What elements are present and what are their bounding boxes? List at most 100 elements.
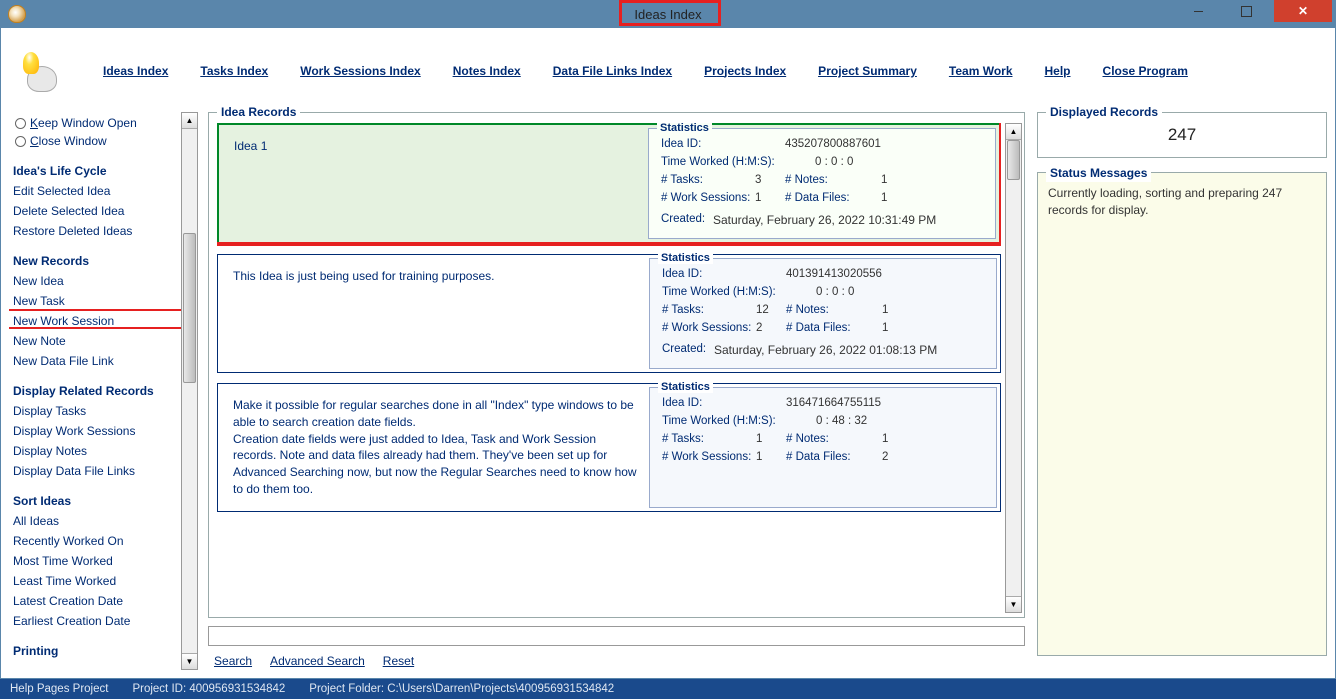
sidebar-display-data-file-links[interactable]: Display Data File Links (13, 464, 175, 478)
sidebar-new-idea[interactable]: New Idea (13, 274, 175, 288)
sidebar-edit-selected-idea[interactable]: Edit Selected Idea (13, 184, 175, 198)
sidebar-display-notes[interactable]: Display Notes (13, 444, 175, 458)
sidebar-new-data-file-link[interactable]: New Data File Link (13, 354, 175, 368)
sidebar-sort-all-ideas[interactable]: All Ideas (13, 514, 175, 528)
idea-record[interactable]: Make it possible for regular searches do… (217, 383, 1001, 512)
value-work-sessions: 1 (755, 192, 785, 204)
menu-team-work[interactable]: Team Work (949, 64, 1013, 78)
idea-title: Idea 1 (222, 128, 648, 239)
statusbar-project-id: Project ID: 400956931534842 (132, 683, 285, 695)
sidebar-scrollbar[interactable]: ▲ ▼ (181, 112, 198, 670)
menu-tasks-index[interactable]: Tasks Index (200, 64, 268, 78)
value-idea-id: 316471664755115 (786, 397, 984, 409)
scroll-down-icon[interactable]: ▼ (1006, 596, 1021, 612)
status-messages-panel: Status Messages Currently loading, sorti… (1037, 172, 1327, 656)
radio-close-window[interactable]: Close Window (15, 134, 175, 148)
value-work-sessions: 2 (756, 322, 786, 334)
label-idea-id: Idea ID: (662, 268, 786, 280)
radio-keep-window-open[interactable]: Keep Window Open (15, 116, 175, 130)
radio-icon (15, 118, 26, 129)
label-time-worked: Time Worked (H:M:S): (662, 286, 786, 298)
menu-help[interactable]: Help (1045, 64, 1071, 78)
label-notes: # Notes: (786, 304, 876, 316)
label-tasks: # Tasks: (662, 433, 752, 445)
statistics-panel: Statistics Idea ID:316471664755115 Time … (649, 387, 997, 508)
label-time-worked: Time Worked (H:M:S): (661, 156, 785, 168)
sidebar-delete-selected-idea[interactable]: Delete Selected Idea (13, 204, 175, 218)
sidebar-sort-recently-worked[interactable]: Recently Worked On (13, 534, 175, 548)
search-link[interactable]: Search (214, 654, 252, 668)
statistics-legend: Statistics (658, 381, 713, 393)
value-created: Saturday, February 26, 2022 10:31:49 PM (713, 213, 983, 227)
statusbar-help-pages[interactable]: Help Pages Project (10, 683, 108, 695)
menu-work-sessions-index[interactable]: Work Sessions Index (300, 64, 421, 78)
scroll-thumb[interactable] (183, 233, 196, 383)
idea-record[interactable]: This Idea is just being used for trainin… (217, 254, 1001, 373)
value-idea-id: 401391413020556 (786, 268, 984, 280)
value-time-worked: 0 : 0 : 0 (786, 286, 984, 298)
sidebar-heading-new-records: New Records (13, 254, 175, 268)
value-work-sessions: 1 (756, 451, 786, 463)
sidebar-sort-least-time[interactable]: Least Time Worked (13, 574, 175, 588)
menu-projects-index[interactable]: Projects Index (704, 64, 786, 78)
scroll-thumb[interactable] (1007, 140, 1020, 180)
sidebar-heading-sort-ideas: Sort Ideas (13, 494, 175, 508)
label-tasks: # Tasks: (662, 304, 752, 316)
value-tasks: 1 (756, 433, 786, 445)
value-created: Saturday, February 26, 2022 01:08:13 PM (714, 343, 984, 357)
idea-records-panel: Idea Records Idea 1 Statistics Idea ID:4… (208, 112, 1025, 618)
status-messages-legend: Status Messages (1046, 165, 1151, 182)
maximize-button[interactable] (1226, 0, 1266, 22)
sidebar-display-tasks[interactable]: Display Tasks (13, 404, 175, 418)
scroll-up-icon[interactable]: ▲ (1006, 124, 1021, 140)
scroll-up-icon[interactable]: ▲ (182, 113, 197, 129)
sidebar-new-note[interactable]: New Note (13, 334, 175, 348)
statusbar: Help Pages Project Project ID: 400956931… (0, 679, 1336, 699)
label-notes: # Notes: (786, 433, 876, 445)
value-tasks: 3 (755, 174, 785, 186)
label-created: Created: (662, 343, 714, 357)
titlebar: Ideas Index (0, 0, 1336, 28)
displayed-records-panel: Displayed Records 247 (1037, 112, 1327, 158)
label-work-sessions: # Work Sessions: (662, 451, 752, 463)
sidebar-sort-most-time[interactable]: Most Time Worked (13, 554, 175, 568)
statistics-panel: Statistics Idea ID:401391413020556 Time … (649, 258, 997, 369)
sidebar-sort-latest-date[interactable]: Latest Creation Date (13, 594, 175, 608)
sidebar-heading-display-related: Display Related Records (13, 384, 175, 398)
close-button[interactable] (1274, 0, 1332, 22)
advanced-search-link[interactable]: Advanced Search (270, 654, 365, 668)
minimize-button[interactable] (1178, 0, 1218, 22)
sidebar: Keep Window Open Close Window Idea's Lif… (9, 112, 181, 670)
app-icon (8, 5, 26, 23)
menu-project-summary[interactable]: Project Summary (818, 64, 917, 78)
status-message-text: Currently loading, sorting and preparing… (1048, 185, 1316, 219)
lightbulb-logo-icon (13, 50, 61, 92)
label-time-worked: Time Worked (H:M:S): (662, 415, 786, 427)
value-notes: 1 (881, 174, 887, 186)
sidebar-new-work-session[interactable]: New Work Session (13, 314, 175, 328)
menu-data-file-links-index[interactable]: Data File Links Index (553, 64, 672, 78)
sidebar-sort-earliest-date[interactable]: Earliest Creation Date (13, 614, 175, 628)
reset-link[interactable]: Reset (383, 654, 414, 668)
label-idea-id: Idea ID: (662, 397, 786, 409)
value-notes: 1 (882, 433, 888, 445)
records-scrollbar[interactable]: ▲ ▼ (1005, 123, 1022, 613)
menu-ideas-index[interactable]: Ideas Indexdocument.currentScript.previo… (103, 64, 168, 78)
sidebar-display-work-sessions[interactable]: Display Work Sessions (13, 424, 175, 438)
value-tasks: 12 (756, 304, 786, 316)
idea-record-selected[interactable]: Idea 1 Statistics Idea ID:43520780088760… (217, 123, 1001, 244)
label-work-sessions: # Work Sessions: (662, 322, 752, 334)
sidebar-heading-printing: Printing (13, 644, 175, 658)
idea-records-legend: Idea Records (217, 105, 300, 119)
label-tasks: # Tasks: (661, 174, 751, 186)
menu-close-program[interactable]: Close Program (1103, 64, 1188, 78)
statusbar-project-folder: Project Folder: C:\Users\Darren\Projects… (309, 683, 614, 695)
scroll-down-icon[interactable]: ▼ (182, 653, 197, 669)
sidebar-restore-deleted-ideas[interactable]: Restore Deleted Ideas (13, 224, 175, 238)
radio-icon (15, 136, 26, 147)
sidebar-new-task[interactable]: New Task (13, 294, 175, 308)
search-input[interactable] (208, 626, 1025, 646)
value-idea-id: 435207800887601 (785, 138, 983, 150)
value-time-worked: 0 : 0 : 0 (785, 156, 983, 168)
menu-notes-index[interactable]: Notes Index (453, 64, 521, 78)
